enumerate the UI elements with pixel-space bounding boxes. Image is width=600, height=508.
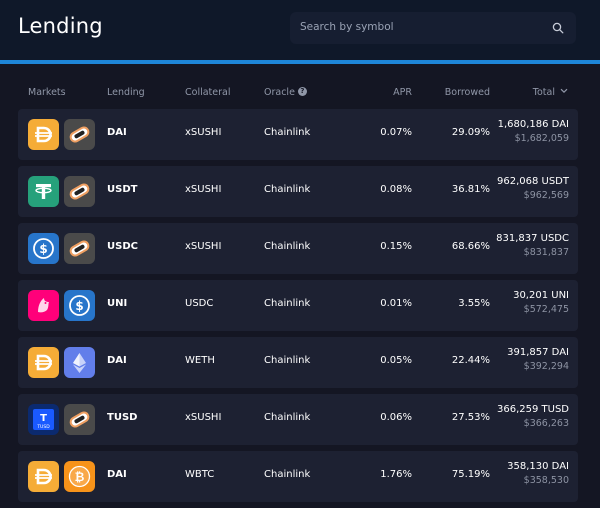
help-icon[interactable]: ? [297, 87, 307, 96]
xsushi-icon [64, 404, 95, 435]
oracle-name: Chainlink [264, 184, 311, 195]
tusd-icon: T TUSD [28, 404, 59, 435]
dai-icon [28, 347, 59, 378]
total-usd: $831,837 [523, 247, 569, 258]
svg-text:₿: ₿ [75, 470, 85, 484]
borrowed-value: 29.09% [451, 127, 490, 138]
total-amount: 962,068 USDT [496, 176, 569, 187]
collateral-asset: xSUSHI [185, 412, 222, 423]
xsushi-icon [64, 119, 95, 150]
collateral-asset: xSUSHI [185, 184, 222, 195]
svg-text:$: $ [39, 242, 47, 256]
page-title: Lending [18, 14, 103, 38]
dai-icon [28, 119, 59, 150]
total-amount: 30,201 UNI [513, 290, 569, 301]
lending-asset: USDT [107, 184, 138, 195]
chevron-down-icon[interactable] [560, 88, 568, 94]
column-header-borrowed[interactable]: Borrowed [410, 87, 490, 98]
oracle-name: Chainlink [264, 298, 311, 309]
svg-text:$: $ [75, 299, 83, 313]
table-row[interactable]: $ UNI USDC Chainlink 0.01% 3.55% 30,201 … [18, 280, 578, 331]
search-placeholder: Search by symbol [300, 21, 394, 33]
total-usd: $962,569 [523, 190, 569, 201]
oracle-name: Chainlink [264, 412, 311, 423]
borrowed-value: 36.81% [451, 184, 490, 195]
oracle-name: Chainlink [264, 469, 311, 480]
column-header-apr[interactable]: APR [330, 87, 412, 98]
svg-text:TUSD: TUSD [36, 424, 50, 430]
collateral-asset: xSUSHI [185, 241, 222, 252]
apr-value: 0.07% [380, 127, 412, 138]
column-header-collateral[interactable]: Collateral [185, 87, 230, 98]
xsushi-icon [64, 176, 95, 207]
apr-value: 0.08% [380, 184, 412, 195]
collateral-asset: xSUSHI [185, 127, 222, 138]
apr-value: 1.76% [380, 469, 412, 480]
borrowed-value: 27.53% [451, 412, 490, 423]
apr-value: 0.01% [380, 298, 412, 309]
table-row[interactable]: ₿ DAI WBTC Chainlink 1.76% 75.19% 358,13… [18, 451, 578, 502]
borrowed-value: 3.55% [458, 298, 490, 309]
lending-asset: DAI [107, 127, 127, 138]
total-usd: $358,530 [523, 475, 569, 486]
usdc-icon: $ [28, 233, 59, 264]
total-amount: 831,837 USDC [496, 233, 569, 244]
lending-asset: TUSD [107, 412, 138, 423]
collateral-asset: USDC [185, 298, 214, 309]
lending-asset: DAI [107, 469, 127, 480]
app-header: Lending Search by symbol [0, 0, 600, 60]
apr-value: 0.05% [380, 355, 412, 366]
xsushi-icon [64, 233, 95, 264]
total-usd: $1,682,059 [514, 133, 569, 144]
total-usd: $366,263 [523, 418, 569, 429]
search-input[interactable]: Search by symbol [290, 12, 576, 44]
oracle-name: Chainlink [264, 127, 311, 138]
oracle-name: Chainlink [264, 355, 311, 366]
total-amount: 391,857 DAI [507, 347, 569, 358]
column-header-oracle-label: Oracle [264, 87, 295, 98]
total-amount: 1,680,186 DAI [497, 119, 569, 130]
lending-asset: USDC [107, 241, 138, 252]
total-amount: 358,130 DAI [507, 461, 569, 472]
column-header-total[interactable]: Total [490, 87, 568, 98]
wbtc-icon: ₿ [64, 461, 95, 492]
apr-value: 0.15% [380, 241, 412, 252]
lending-asset: DAI [107, 355, 127, 366]
lending-asset: UNI [107, 298, 128, 309]
borrowed-value: 75.19% [451, 469, 490, 480]
collateral-asset: WBTC [185, 469, 215, 480]
total-amount: 366,259 TUSD [496, 404, 569, 415]
usdc-icon: $ [64, 290, 95, 321]
header-accent-bar [0, 60, 600, 64]
column-header-markets: Markets [28, 87, 66, 98]
table-row[interactable]: USDT xSUSHI Chainlink 0.08% 36.81% 962,0… [18, 166, 578, 217]
usdt-icon [28, 176, 59, 207]
column-header-lending[interactable]: Lending [107, 87, 145, 98]
borrowed-value: 22.44% [451, 355, 490, 366]
svg-text:T: T [40, 413, 47, 424]
total-usd: $572,475 [523, 304, 569, 315]
apr-value: 0.06% [380, 412, 412, 423]
table-row[interactable]: DAI WETH Chainlink 0.05% 22.44% 391,857 … [18, 337, 578, 388]
column-header-oracle[interactable]: Oracle? [264, 87, 307, 98]
table-row[interactable]: DAI xSUSHI Chainlink 0.07% 29.09% 1,680,… [18, 109, 578, 160]
collateral-asset: WETH [185, 355, 215, 366]
borrowed-value: 68.66% [451, 241, 490, 252]
column-header-total-label: Total [532, 87, 555, 98]
table-row[interactable]: $ USDC xSUSHI Chainlink 0.15% 68.66% 831… [18, 223, 578, 274]
weth-icon [64, 347, 95, 378]
total-usd: $392,294 [523, 361, 569, 372]
table-row[interactable]: T TUSD TUSD xSUSHI Chainlink 0.06% 27.53%… [18, 394, 578, 445]
search-icon[interactable] [552, 22, 564, 34]
dai-icon [28, 461, 59, 492]
uni-icon [28, 290, 59, 321]
oracle-name: Chainlink [264, 241, 311, 252]
